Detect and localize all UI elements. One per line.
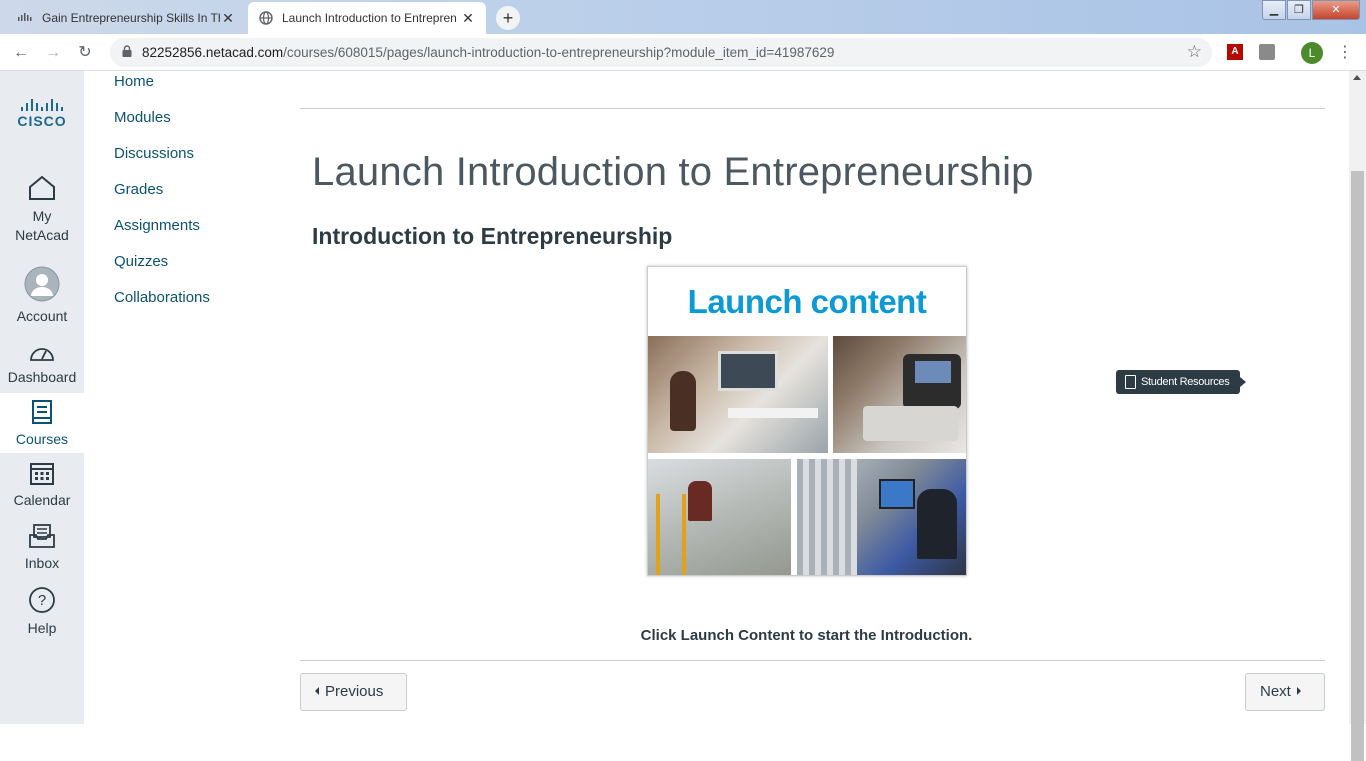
global-nav-label: Courses	[15, 431, 69, 447]
previous-label: Previous	[325, 683, 384, 700]
next-button[interactable]: Next	[1245, 673, 1325, 711]
pdf-extension-icon[interactable]: A	[1227, 44, 1243, 60]
scroll-up-arrow-icon[interactable]	[1353, 75, 1361, 80]
dashboard-icon	[30, 348, 54, 361]
logo-text: CISCO	[17, 113, 67, 129]
tooltip-label: Student Resources	[1141, 376, 1230, 388]
caret-right-icon	[1296, 687, 1301, 695]
address-bar[interactable]: 82252856.netacad.com/courses/608015/page…	[110, 38, 1212, 67]
content-bottom-divider	[300, 660, 1325, 661]
global-nav-label: Inbox	[24, 555, 60, 571]
global-nav-account[interactable]: Account	[0, 266, 84, 324]
course-nav: Home Modules Discussions Grades Assignme…	[114, 72, 210, 324]
cisco-bars-icon	[12, 97, 72, 111]
course-nav-grades[interactable]: Grades	[114, 180, 210, 216]
next-label: Next	[1260, 683, 1291, 700]
svg-text:?: ?	[38, 592, 46, 609]
global-nav-label: Dashboard	[7, 369, 77, 385]
bookmark-star-icon[interactable]: ☆	[1187, 42, 1202, 62]
inbox-icon	[29, 524, 55, 548]
photo-ip-phone	[833, 336, 966, 453]
browser-tab-bar: Gain Entrepreneurship Skills In Th ✕ Lau…	[0, 0, 1366, 34]
global-nav-calendar[interactable]: Calendar	[0, 460, 84, 508]
account-icon	[24, 266, 60, 302]
global-nav: CISCO My NetAcad Account Dashboard Cours…	[0, 71, 84, 724]
forward-arrow-icon[interactable]: →	[42, 42, 64, 64]
caret-left-icon	[315, 687, 319, 695]
global-nav-dashboard[interactable]: Dashboard	[0, 343, 84, 385]
document-extension-icon[interactable]	[1259, 44, 1275, 60]
lock-icon	[122, 45, 132, 57]
page-scrollbar[interactable]	[1349, 71, 1366, 761]
tab-close-icon[interactable]: ✕	[460, 10, 476, 27]
launch-content-text: Launch content	[687, 283, 927, 320]
more-menu-icon[interactable]: ⋮	[1337, 42, 1353, 62]
help-icon: ?	[29, 587, 55, 613]
new-tab-button[interactable]: +	[496, 6, 520, 30]
photo-videoconference	[648, 336, 828, 453]
calendar-icon	[30, 463, 54, 485]
global-nav-my-netacad[interactable]: My NetAcad	[0, 175, 84, 245]
tab-launch-introduction[interactable]: Launch Introduction to Entrepren ✕	[248, 2, 486, 34]
courses-icon	[32, 400, 52, 424]
course-nav-assignments[interactable]: Assignments	[114, 216, 210, 252]
url-text: 82252856.netacad.com/courses/608015/page…	[142, 45, 834, 60]
launch-content-image[interactable]: Launch content	[647, 266, 967, 576]
course-nav-collaborations[interactable]: Collaborations	[114, 288, 210, 324]
window-close-button[interactable]: ✕	[1312, 0, 1360, 20]
back-arrow-icon[interactable]: ←	[10, 42, 32, 64]
global-nav-courses[interactable]: Courses	[0, 393, 84, 453]
page-subtitle: Introduction to Entrepreneurship	[312, 223, 673, 249]
url-path: /courses/608015/pages/launch-introductio…	[283, 45, 835, 60]
reload-icon[interactable]: ↻	[74, 42, 96, 64]
page-title: Launch Introduction to Entrepreneurship	[312, 150, 1034, 194]
course-nav-home[interactable]: Home	[114, 72, 210, 108]
home-icon	[29, 175, 55, 200]
global-nav-inbox[interactable]: Inbox	[0, 523, 84, 571]
global-nav-label: Help	[27, 620, 57, 636]
scrollbar-thumb[interactable]	[1351, 171, 1364, 761]
cisco-logo[interactable]: CISCO	[12, 97, 72, 129]
global-nav-label: Calendar	[13, 492, 71, 508]
cisco-favicon-icon	[18, 10, 34, 26]
launch-instruction: Click Launch Content to start the Introd…	[640, 627, 973, 644]
tab-title: Gain Entrepreneurship Skills In Th	[42, 11, 220, 25]
course-nav-modules[interactable]: Modules	[114, 108, 210, 144]
course-nav-quizzes[interactable]: Quizzes	[114, 252, 210, 288]
content-top-divider	[300, 108, 1325, 109]
tab-close-icon[interactable]: ✕	[220, 10, 236, 27]
tab-gain-entrepreneurship[interactable]: Gain Entrepreneurship Skills In Th ✕	[8, 2, 246, 34]
course-nav-discussions[interactable]: Discussions	[114, 144, 210, 180]
global-nav-label: My NetAcad	[15, 208, 69, 243]
window-maximize-button[interactable]: ❐	[1287, 0, 1311, 20]
global-nav-label: Account	[16, 308, 68, 324]
global-nav-help[interactable]: ? Help	[0, 586, 84, 636]
globe-icon	[258, 10, 274, 26]
document-icon	[1125, 375, 1136, 389]
previous-button[interactable]: Previous	[300, 673, 407, 711]
photo-ladder-technician	[648, 459, 791, 575]
profile-avatar[interactable]: L	[1301, 42, 1323, 64]
student-resources-tooltip[interactable]: Student Resources	[1116, 370, 1246, 394]
photo-datacenter-engineer	[797, 459, 966, 575]
window-minimize-button[interactable]: ▁	[1262, 0, 1286, 20]
tab-title: Launch Introduction to Entrepren	[282, 11, 457, 25]
url-host: 82252856.netacad.com	[142, 45, 284, 60]
browser-toolbar: ← → ↻ 82252856.netacad.com/courses/60801…	[0, 34, 1366, 71]
